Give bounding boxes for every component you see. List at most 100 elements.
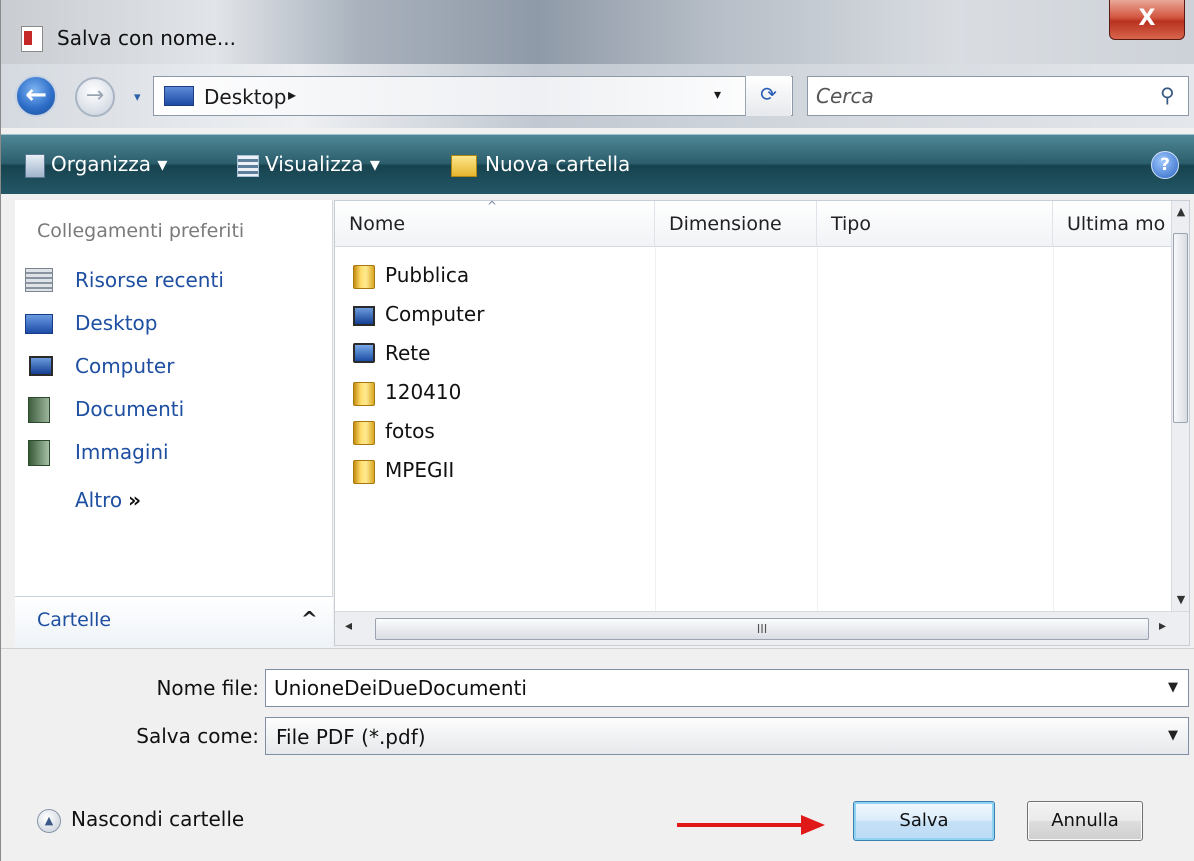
search-icon[interactable]: ⚲ [1160,83,1175,107]
file-name: fotos [385,419,435,443]
sidebar-item-label: Computer [75,354,175,378]
save-button[interactable]: Salva [853,801,995,841]
close-button[interactable]: X [1109,0,1185,40]
address-dropdown-icon[interactable]: ▾ [714,87,721,103]
list-item-computer[interactable]: Computer [353,298,653,334]
folders-label: Cartelle [37,609,112,631]
filename-combobox[interactable]: ▼ [265,669,1189,707]
list-item-rete[interactable]: Rete [353,337,653,373]
annotation-arrow-shaft [677,823,805,827]
pictures-icon [28,440,50,466]
column-header-row: Nome ^ Dimensione Tipo Ultima mo [335,201,1189,247]
column-header-date-modified[interactable]: Ultima mo [1053,201,1173,247]
command-toolbar: Organizza ▾ Visualizza ▾ Nuova cartella … [1,134,1194,194]
back-button[interactable]: ← [15,75,57,117]
organize-icon [25,153,45,178]
save-as-type-value: File PDF (*.pdf) [276,725,426,749]
save-as-type-label: Salva come: [136,724,259,748]
search-box[interactable]: ⚲ [807,76,1189,116]
refresh-button[interactable]: ⟳ [745,76,791,116]
forward-button[interactable]: → [75,77,115,117]
hide-folders-toggle[interactable]: ▲ Nascondi cartelle [37,805,277,837]
column-header-type[interactable]: Tipo [817,201,1053,247]
file-name: Rete [385,341,431,365]
hide-folders-label: Nascondi cartelle [71,807,245,831]
file-name: Pubblica [385,263,470,287]
scroll-up-icon[interactable]: ▲ [1172,201,1189,223]
horizontal-scroll-thumb[interactable]: III [375,618,1149,640]
views-menu-button[interactable]: Visualizza ▾ [237,149,380,179]
scroll-right-icon[interactable]: ▸ [1159,618,1166,634]
file-list: Nome ^ Dimensione Tipo Ultima mo Pubblica… [334,200,1190,646]
sidebar-item-pictures[interactable]: Immagini [25,436,315,472]
chevron-down-icon[interactable]: ▼ [1168,680,1178,695]
chevron-down-icon[interactable]: ▼ [1168,728,1178,743]
list-item-fotos[interactable]: fotos [353,415,653,451]
navigation-pane: Collegamenti preferiti Risorse recenti D… [15,200,333,646]
window-title: Salva con nome... [57,26,236,50]
more-chevron-icon: » [128,488,142,512]
views-icon [237,154,259,177]
folder-icon [353,382,375,406]
network-icon [353,343,375,363]
chevron-up-icon[interactable]: ^ [301,607,318,631]
sidebar-item-label: Immagini [75,440,169,464]
save-as-dialog: Salva con nome... X ← → ▾ Desktop ▸ ▾ ⟳ … [0,0,1194,861]
list-item-pubblica[interactable]: Pubblica [353,259,653,295]
new-folder-label: Nuova cartella [485,152,631,176]
favorites-header: Collegamenti preferiti [37,220,245,242]
sidebar-item-computer[interactable]: Computer [25,350,315,386]
sidebar-item-label: Documenti [75,397,185,421]
vertical-scroll-thumb[interactable] [1173,233,1188,423]
desktop-icon [25,314,53,334]
sidebar-item-recent-places[interactable]: Risorse recenti [25,264,315,300]
cancel-button[interactable]: Annulla [1027,801,1143,841]
recent-pages-dropdown-icon[interactable]: ▾ [134,90,141,105]
list-item-mpegii[interactable]: MPEGII [353,454,653,490]
organize-menu-button[interactable]: Organizza ▾ [25,149,167,179]
more-favorites-link[interactable]: Altro» [75,488,141,512]
list-item-120410[interactable]: 120410 [353,376,653,412]
column-header-size[interactable]: Dimensione [655,201,817,247]
column-divider [655,247,656,611]
documents-icon [28,397,50,423]
navigation-bar: ← → ▾ Desktop ▸ ▾ ⟳ ⚲ [1,64,1194,128]
organize-label: Organizza ▾ [51,152,168,176]
annotation-arrow-icon [677,815,827,835]
folder-icon [353,421,375,445]
save-form: Nome file: ▼ Salva come: File PDF (*.pdf… [1,648,1194,861]
chevron-up-icon: ▲ [37,809,61,833]
scroll-left-icon[interactable]: ◂ [345,618,352,634]
scroll-down-icon[interactable]: ▼ [1172,589,1189,611]
sidebar-item-desktop[interactable]: Desktop [25,307,315,343]
column-header-label: Ultima mo [1067,213,1166,235]
title-bar[interactable]: Salva con nome... X [1,0,1194,64]
column-header-label: Nome [349,213,406,235]
file-name: Computer [385,302,485,326]
computer-icon [29,356,53,376]
new-folder-icon [451,154,477,177]
sidebar-item-documents[interactable]: Documenti [25,393,315,429]
file-name: 120410 [385,380,462,404]
search-input[interactable] [816,83,1146,109]
column-divider [817,247,818,611]
address-bar[interactable]: Desktop ▸ ▾ [153,76,793,116]
views-label: Visualizza ▾ [265,152,380,176]
save-as-type-select[interactable]: File PDF (*.pdf) ▼ [265,717,1189,755]
horizontal-scrollbar[interactable]: ◂ III ▸ [335,611,1189,645]
file-name: MPEGII [385,458,455,482]
folders-toggle[interactable]: Cartelle ^ [15,596,333,648]
column-header-name[interactable]: Nome ^ [335,201,655,247]
sidebar-item-label: Desktop [75,311,158,335]
folder-icon [353,265,375,289]
address-location[interactable]: Desktop [204,85,286,109]
pdf-app-icon [21,26,43,52]
vertical-scrollbar[interactable]: ▲ ▼ [1171,201,1189,611]
column-divider [1053,247,1054,611]
column-header-label: Dimensione [669,213,782,235]
breadcrumb-chevron-icon[interactable]: ▸ [288,85,296,104]
new-folder-button[interactable]: Nuova cartella [451,149,630,179]
help-icon[interactable]: ? [1151,151,1179,179]
filename-input[interactable] [274,674,1154,702]
computer-icon [353,306,375,326]
